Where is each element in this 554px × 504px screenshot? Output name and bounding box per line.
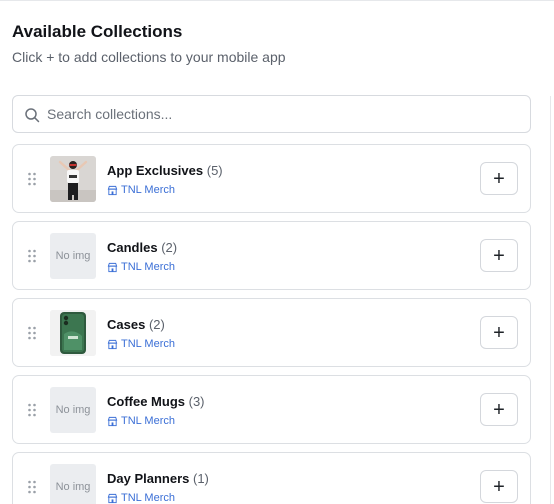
store-icon [107, 339, 118, 349]
collection-name: Day Planners [107, 471, 190, 486]
collection-name: App Exclusives [107, 163, 204, 178]
collection-card-coffee-mugs[interactable]: No img Coffee Mugs (3) TNL Merch + [12, 375, 531, 444]
collection-card-app-exclusives[interactable]: App Exclusives (5) TNL Merch + [12, 144, 531, 213]
collection-name: Coffee Mugs [107, 394, 185, 409]
no-image-label: No img [55, 481, 91, 493]
collection-thumbnail [50, 310, 96, 356]
store-icon [107, 493, 118, 503]
collection-info: Cases (2) TNL Merch [107, 317, 175, 350]
store-icon [107, 262, 118, 272]
drag-handle-icon[interactable] [27, 326, 37, 340]
store-icon [107, 185, 118, 195]
collection-card-day-planners[interactable]: No img Day Planners (1) TNL Merch + [12, 452, 531, 504]
no-image-label: No img [55, 250, 91, 262]
collection-card-cases[interactable]: Cases (2) TNL Merch + [12, 298, 531, 367]
search-input[interactable] [47, 96, 517, 132]
search-box[interactable] [12, 95, 531, 133]
collection-thumbnail-placeholder: No img [50, 233, 96, 279]
plus-icon: + [493, 475, 505, 498]
scrollbar-track[interactable] [550, 96, 554, 504]
plus-icon: + [493, 321, 505, 344]
collections-list: App Exclusives (5) TNL Merch + No img Ca… [12, 144, 531, 504]
add-collection-button[interactable]: + [480, 239, 518, 272]
phone-case-photo-icon [50, 310, 96, 356]
page-subtitle: Click + to add collections to your mobil… [12, 49, 286, 65]
shop-name: TNL Merch [121, 338, 175, 350]
add-collection-button[interactable]: + [480, 162, 518, 195]
add-collection-button[interactable]: + [480, 470, 518, 503]
drag-handle-icon[interactable] [27, 403, 37, 417]
no-image-label: No img [55, 404, 91, 416]
add-collection-button[interactable]: + [480, 316, 518, 349]
collection-thumbnail-placeholder: No img [50, 464, 96, 504]
page-title: Available Collections [12, 22, 183, 41]
collection-thumbnail-placeholder: No img [50, 387, 96, 433]
collection-count: (1) [193, 471, 209, 486]
collection-info: App Exclusives (5) TNL Merch [107, 163, 223, 196]
collection-count: (5) [206, 163, 223, 178]
shop-name: TNL Merch [121, 492, 175, 504]
top-divider [0, 0, 554, 1]
drag-handle-icon[interactable] [27, 480, 37, 494]
collection-name: Candles [107, 240, 158, 255]
collection-info: Coffee Mugs (3) TNL Merch [107, 394, 205, 427]
plus-icon: + [493, 244, 505, 267]
collection-info: Candles (2) TNL Merch [107, 240, 177, 273]
person-photo-icon [50, 156, 96, 202]
shop-name: TNL Merch [121, 261, 175, 273]
plus-icon: + [493, 167, 505, 190]
collection-count: (2) [148, 317, 165, 332]
store-icon [107, 416, 118, 426]
collection-info: Day Planners (1) TNL Merch [107, 471, 209, 504]
shop-name: TNL Merch [121, 184, 175, 196]
collection-card-candles[interactable]: No img Candles (2) TNL Merch + [12, 221, 531, 290]
search-icon [24, 107, 40, 123]
collection-count: (3) [188, 394, 205, 409]
collection-name: Cases [107, 317, 146, 332]
add-collection-button[interactable]: + [480, 393, 518, 426]
drag-handle-icon[interactable] [27, 249, 37, 263]
drag-handle-icon[interactable] [27, 172, 37, 186]
collection-count: (2) [161, 240, 178, 255]
plus-icon: + [493, 398, 505, 421]
shop-name: TNL Merch [121, 415, 175, 427]
collection-thumbnail [50, 156, 96, 202]
